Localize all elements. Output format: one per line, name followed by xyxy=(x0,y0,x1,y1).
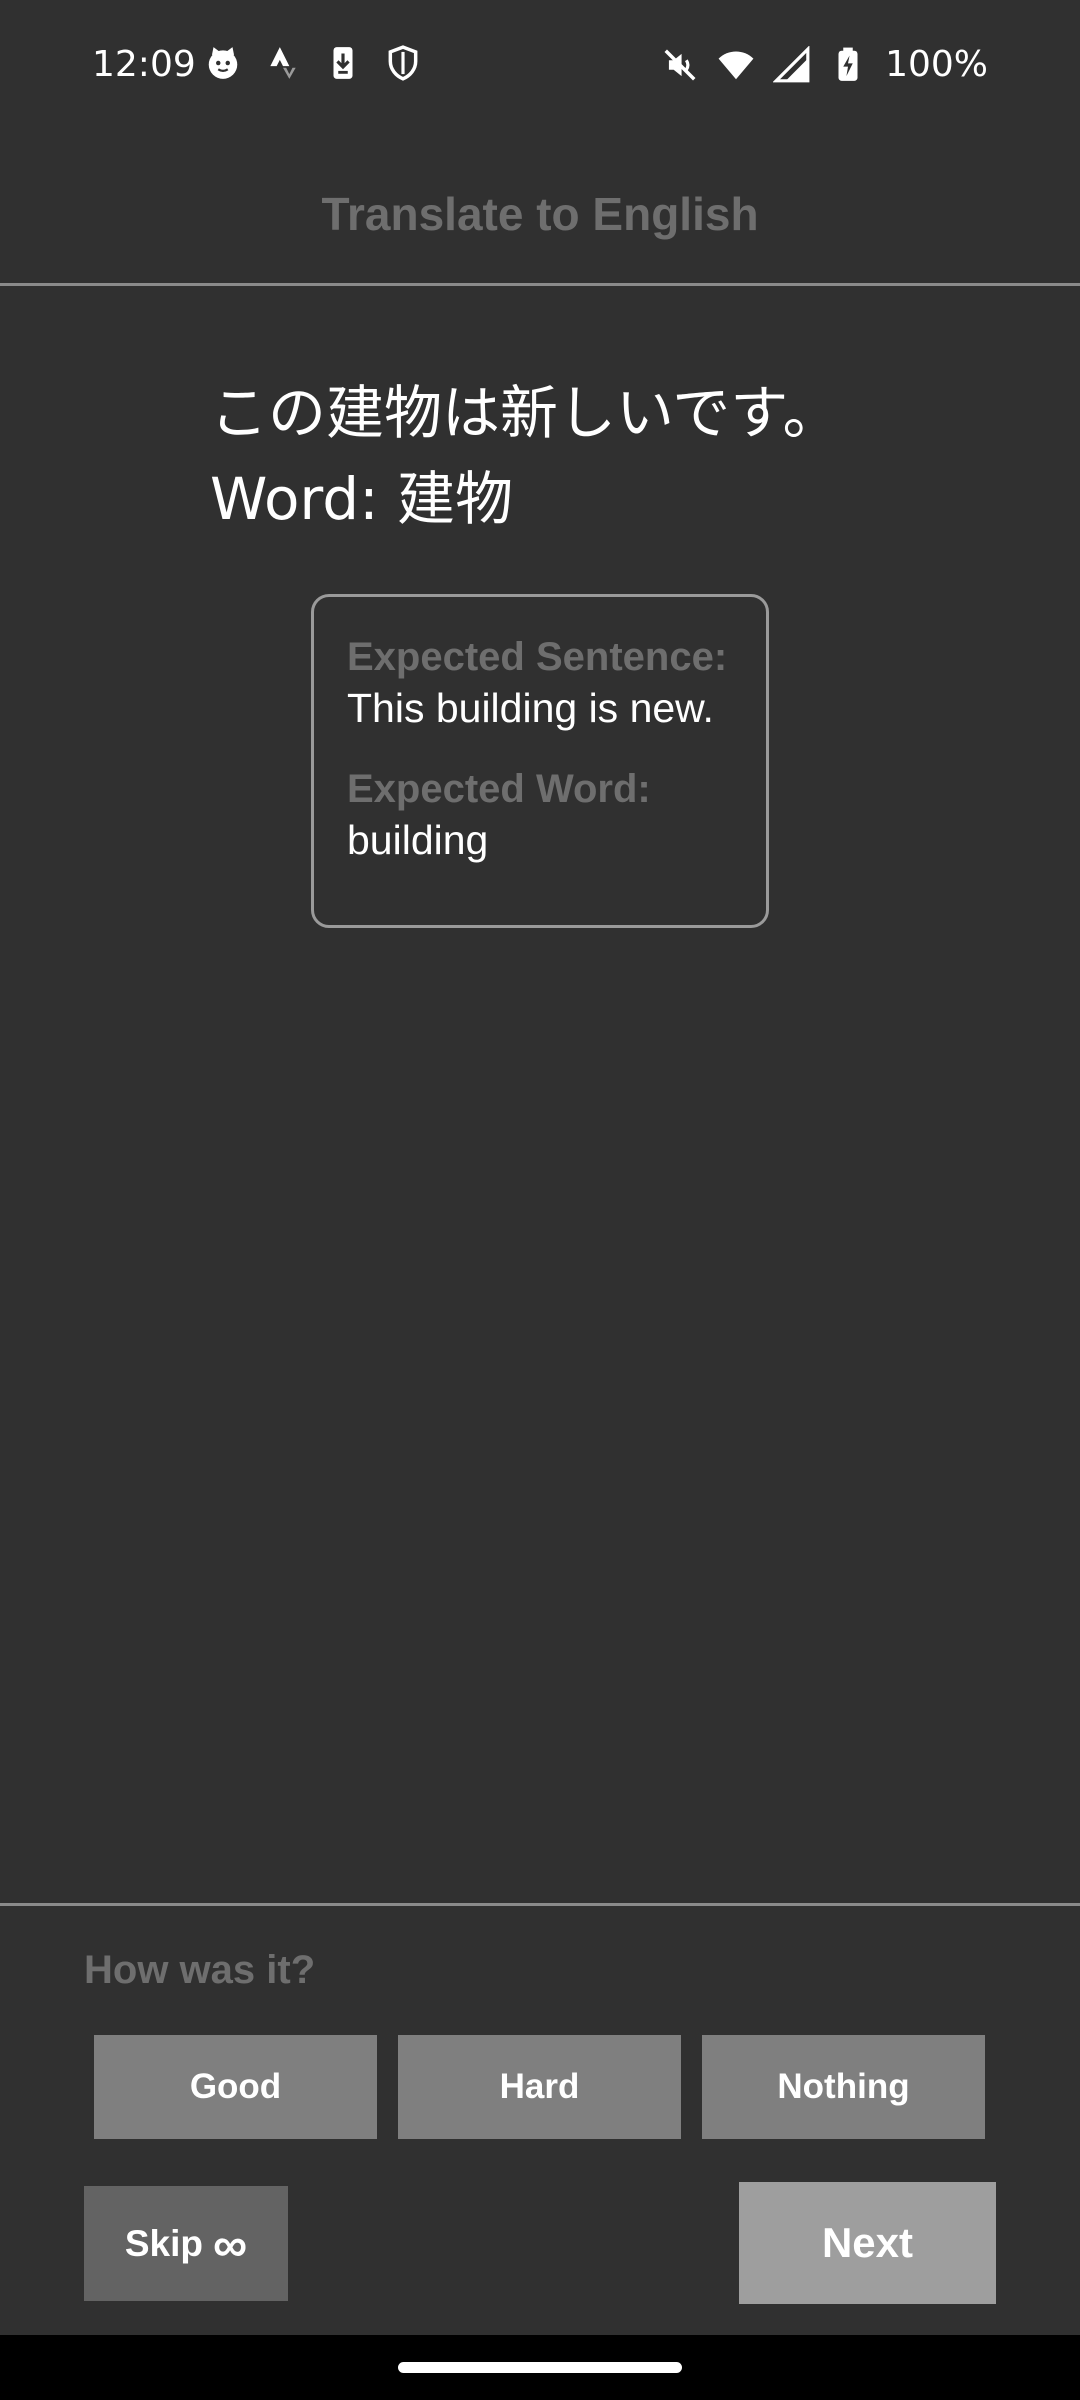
expected-word-value: building xyxy=(347,817,489,863)
prompt-word: Word: 建物 xyxy=(210,465,514,533)
hard-button-label: Hard xyxy=(499,2067,580,2106)
prompt-area: この建物は新しいです。 Word: 建物 xyxy=(210,370,1010,542)
answer-spacer xyxy=(347,735,736,765)
expected-word-label: Expected Word: xyxy=(347,767,651,811)
next-button[interactable]: Next xyxy=(739,2182,996,2304)
system-status: 100% xyxy=(661,44,988,85)
status-bar: 12:09 100% xyxy=(0,0,1080,130)
nothing-button[interactable]: Nothing xyxy=(702,2035,985,2139)
expected-sentence-value: This building is new. xyxy=(347,685,714,731)
page-title: Translate to English xyxy=(321,187,759,240)
shield-icon xyxy=(388,45,418,81)
download-phone-icon xyxy=(333,47,353,79)
wifi-icon xyxy=(718,51,754,79)
strava-icon xyxy=(270,47,296,79)
expected-sentence-label: Expected Sentence: xyxy=(347,635,728,679)
skip-button[interactable]: Skip ∞ xyxy=(84,2186,288,2301)
battery-charging-icon xyxy=(838,47,858,81)
hard-button[interactable]: Hard xyxy=(398,2035,681,2139)
vibrate-off-icon xyxy=(664,49,696,80)
next-button-label: Next xyxy=(821,2219,914,2266)
rating-panel: How was it? Good Hard Nothing Skip ∞ Nex… xyxy=(0,1903,1080,2335)
good-button-label: Good xyxy=(189,2067,282,2106)
nothing-button-label: Nothing xyxy=(777,2067,910,2106)
signal-icon xyxy=(773,45,810,82)
cat-face-icon xyxy=(208,47,238,79)
skip-button-label: Skip xyxy=(124,2222,203,2264)
battery-percent: 100% xyxy=(885,44,988,85)
home-gesture-handle[interactable] xyxy=(398,2362,682,2373)
good-button[interactable]: Good xyxy=(94,2035,377,2139)
app-header: Translate to English xyxy=(0,150,1080,286)
notification-icons xyxy=(204,44,422,82)
status-time: 12:09 xyxy=(92,44,196,85)
expected-answer-card: Expected Sentence: This building is new.… xyxy=(311,594,769,928)
infinity-icon: ∞ xyxy=(212,2218,248,2272)
prompt-sentence: この建物は新しいです。 xyxy=(210,379,841,447)
app-screen: 12:09 100% Translate to English この建物は新しい… xyxy=(0,0,1080,2400)
rating-question: How was it? xyxy=(84,1948,316,1992)
